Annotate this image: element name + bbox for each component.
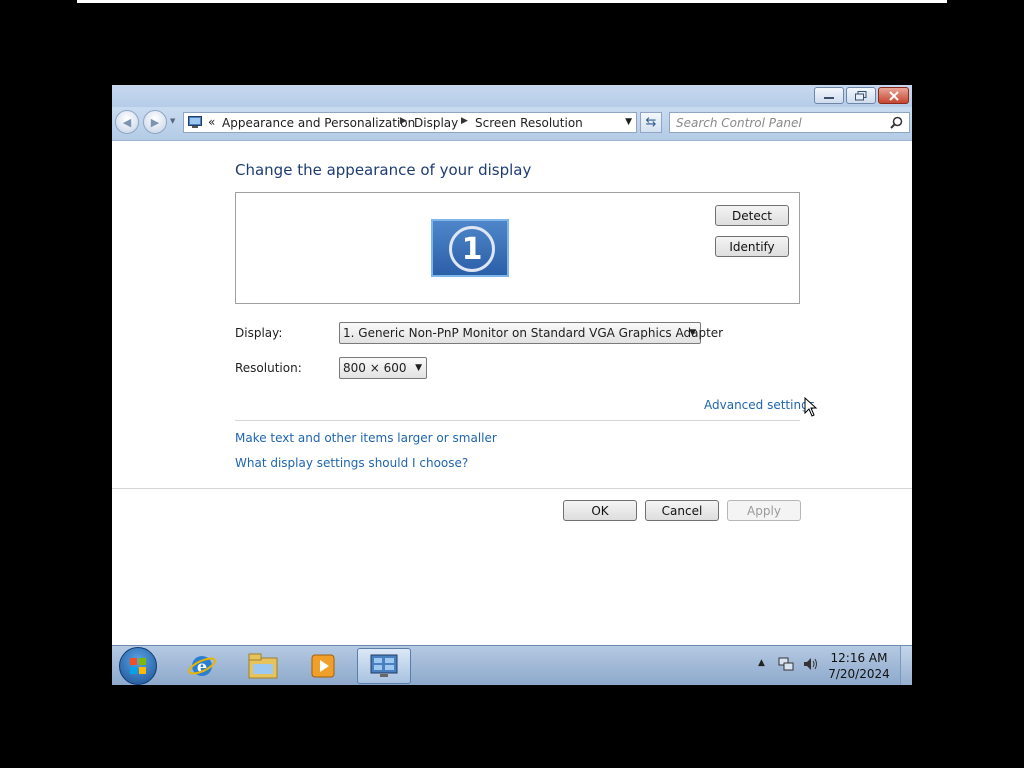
- divider: [235, 420, 800, 421]
- show-hidden-icons-icon[interactable]: ▲: [758, 658, 765, 668]
- media-player-button[interactable]: [296, 648, 350, 684]
- mouse-pointer-icon: [804, 396, 818, 420]
- address-overflow-chevron[interactable]: «: [208, 115, 215, 129]
- recent-pages-dropdown-icon[interactable]: ▼: [170, 117, 175, 125]
- forward-button[interactable]: ▶: [143, 110, 167, 134]
- breadcrumb-appearance[interactable]: Appearance and Personalization: [222, 116, 415, 130]
- make-text-larger-link[interactable]: Make text and other items larger or smal…: [235, 431, 497, 445]
- resolution-select-value: 800 × 600: [343, 361, 407, 375]
- taskbar: e ▲ 12:16 AM 7/20/2024: [112, 645, 912, 685]
- identify-button[interactable]: Identify: [715, 236, 789, 257]
- resolution-label: Resolution:: [235, 361, 302, 375]
- breadcrumb-separator-icon[interactable]: ▶: [461, 116, 468, 126]
- windows-logo-icon: [130, 658, 146, 674]
- forward-arrow-icon: ▶: [150, 115, 160, 129]
- control-panel-icon: [188, 116, 202, 128]
- address-dropdown-icon[interactable]: ▼: [625, 117, 632, 127]
- refresh-icon: ⇆: [645, 115, 657, 130]
- display-select[interactable]: 1. Generic Non-PnP Monitor on Standard V…: [339, 322, 723, 344]
- minimize-button[interactable]: [814, 87, 844, 104]
- clock-date: 7/20/2024: [828, 667, 890, 681]
- title-bar: [112, 85, 912, 107]
- windows-explorer-button[interactable]: [236, 648, 290, 684]
- resolution-select[interactable]: 800 × 600 ▼: [339, 357, 427, 379]
- close-button[interactable]: [878, 87, 909, 104]
- monitor-number: 1: [449, 226, 495, 272]
- internet-explorer-icon: e: [188, 656, 216, 676]
- internet-explorer-button[interactable]: e: [175, 648, 229, 684]
- monitor-arrangement-area: 1 Detect Identify: [235, 192, 800, 304]
- windows-explorer-icon: [248, 653, 278, 679]
- media-player-icon: [311, 654, 335, 678]
- minimize-icon: [815, 88, 843, 103]
- start-button[interactable]: [119, 647, 157, 685]
- close-icon: [879, 88, 908, 103]
- address-bar[interactable]: « Appearance and Personalization ▶ Displ…: [183, 112, 637, 133]
- search-input[interactable]: [676, 115, 881, 130]
- breadcrumb-separator-icon[interactable]: ▶: [400, 116, 407, 126]
- monitor-1-tile[interactable]: 1: [431, 219, 509, 277]
- search-box[interactable]: [669, 112, 910, 133]
- cancel-button[interactable]: Cancel: [645, 500, 719, 521]
- search-icon[interactable]: [890, 116, 903, 132]
- restore-button[interactable]: [846, 87, 876, 104]
- system-clock[interactable]: 12:16 AM 7/20/2024: [824, 650, 894, 682]
- control-panel-taskbar-button[interactable]: [357, 648, 411, 684]
- page-title: Change the appearance of your display: [235, 161, 532, 179]
- display-label: Display:: [235, 326, 283, 340]
- refresh-button[interactable]: ⇆: [640, 112, 662, 133]
- display-settings-help-link[interactable]: What display settings should I choose?: [235, 456, 468, 470]
- divider: [112, 488, 912, 489]
- show-desktop-button[interactable]: [900, 646, 912, 685]
- breadcrumb-screen-resolution[interactable]: Screen Resolution: [475, 116, 583, 130]
- control-panel-window: ◀ ▶ ▼ « Appearance and Personalization ▶…: [112, 85, 912, 685]
- chevron-down-icon: ▼: [415, 363, 422, 373]
- clock-time: 12:16 AM: [830, 651, 888, 665]
- control-panel-icon: [370, 654, 398, 677]
- breadcrumb-display[interactable]: Display: [414, 116, 458, 130]
- display-select-value: 1. Generic Non-PnP Monitor on Standard V…: [343, 326, 724, 340]
- volume-icon[interactable]: [802, 656, 818, 675]
- detect-button[interactable]: Detect: [715, 205, 789, 226]
- restore-icon: [847, 88, 875, 103]
- back-arrow-icon: ◀: [122, 115, 132, 129]
- navigation-bar: ◀ ▶ ▼ « Appearance and Personalization ▶…: [112, 107, 912, 141]
- back-button[interactable]: ◀: [115, 110, 139, 134]
- top-white-strip: [77, 0, 947, 3]
- ok-button[interactable]: OK: [563, 500, 637, 521]
- apply-button[interactable]: Apply: [727, 500, 801, 521]
- advanced-settings-link[interactable]: Advanced settings: [704, 398, 815, 412]
- network-icon[interactable]: [778, 656, 794, 675]
- chevron-down-icon: ▼: [689, 328, 696, 338]
